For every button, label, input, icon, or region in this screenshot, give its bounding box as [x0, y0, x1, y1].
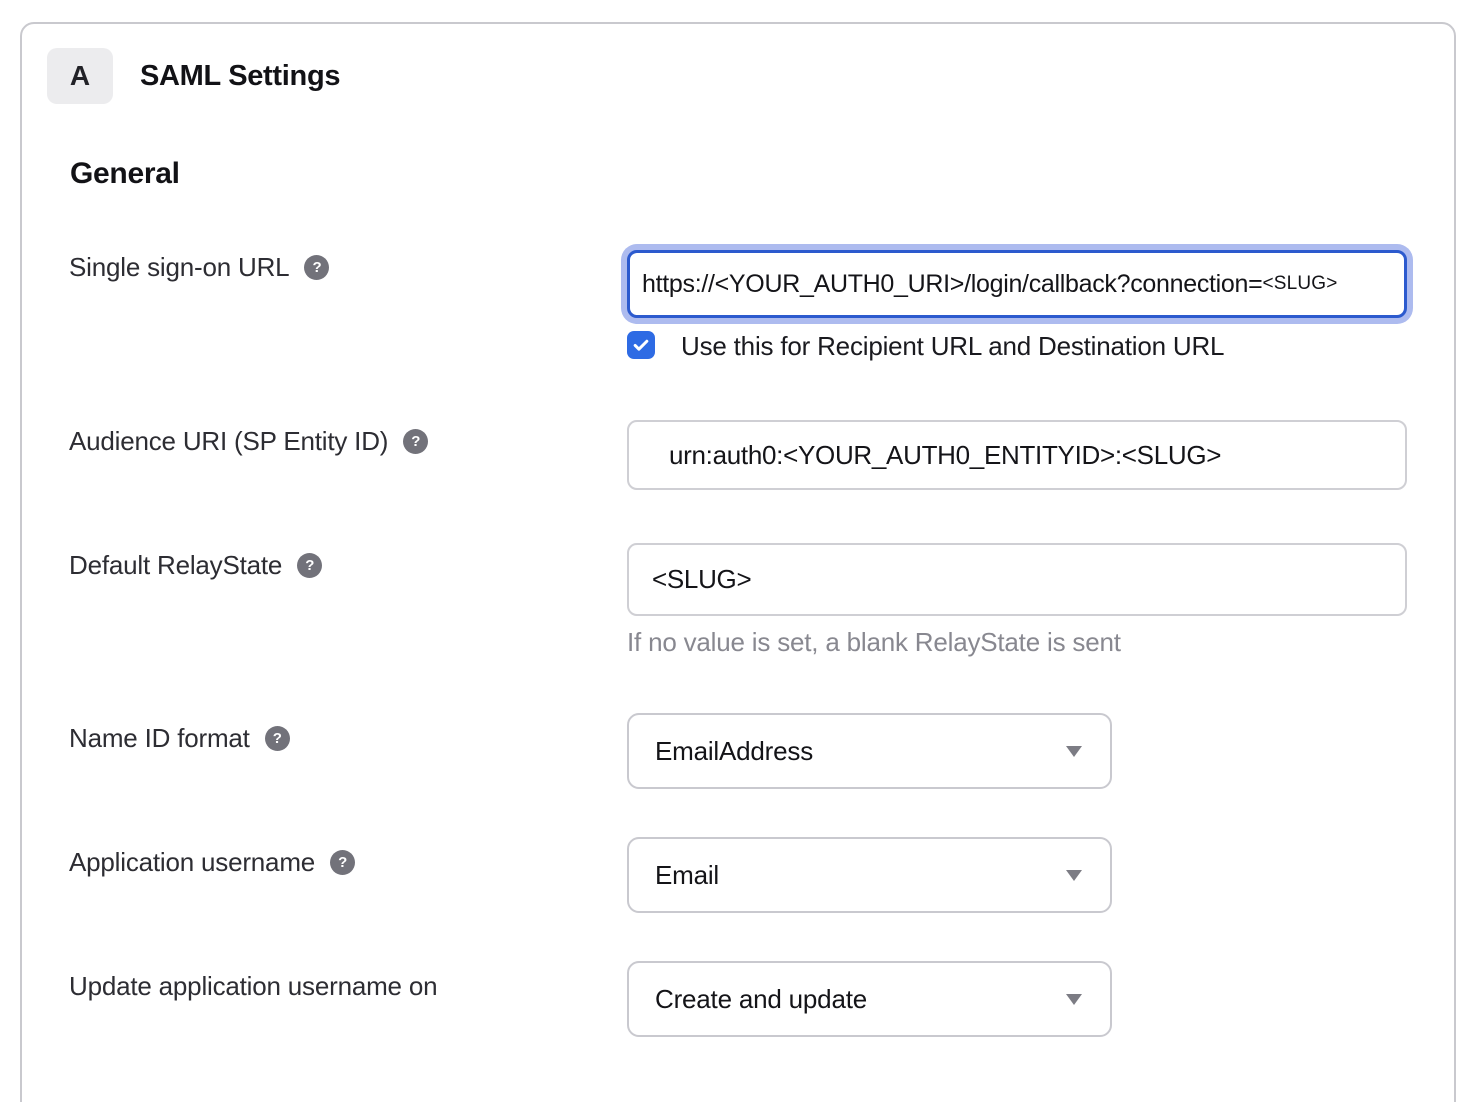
name-id-format-label: Name ID format	[69, 723, 250, 754]
relaystate-hint: If no value is set, a blank RelayState i…	[627, 627, 1121, 658]
update-username-label: Update application username on	[69, 971, 437, 1002]
saml-settings-page: A SAML Settings General Single sign-on U…	[0, 0, 1462, 1102]
relaystate-label-row: Default RelayState ?	[69, 550, 322, 581]
recipient-url-checkbox[interactable]	[627, 331, 655, 359]
relaystate-label: Default RelayState	[69, 550, 282, 581]
audience-uri-value: urn:auth0:<YOUR_AUTH0_ENTITYID>:<SLUG>	[669, 440, 1221, 471]
name-id-format-select[interactable]: EmailAddress	[627, 713, 1112, 789]
application-username-label: Application username	[69, 847, 315, 878]
application-username-select[interactable]: Email	[627, 837, 1112, 913]
application-username-value: Email	[655, 860, 719, 891]
recipient-url-checkbox-label: Use this for Recipient URL and Destinati…	[681, 331, 1224, 362]
default-relaystate-input[interactable]: <SLUG>	[627, 543, 1407, 616]
audience-uri-label-row: Audience URI (SP Entity ID) ?	[69, 426, 428, 457]
step-a-badge-label: A	[70, 60, 90, 92]
update-username-select[interactable]: Create and update	[627, 961, 1112, 1037]
relaystate-help-icon[interactable]: ?	[297, 553, 322, 578]
audience-uri-label: Audience URI (SP Entity ID)	[69, 426, 388, 457]
audience-uri-input[interactable]: urn:auth0:<YOUR_AUTH0_ENTITYID>:<SLUG>	[627, 420, 1407, 490]
sso-url-label: Single sign-on URL	[69, 252, 289, 283]
default-relaystate-value: <SLUG>	[652, 564, 751, 595]
update-username-value: Create and update	[655, 984, 867, 1015]
name-id-format-label-row: Name ID format ?	[69, 723, 290, 754]
name-id-format-value: EmailAddress	[655, 736, 813, 767]
section-heading-general: General	[70, 157, 180, 191]
caret-down-icon	[1066, 994, 1082, 1005]
audience-uri-help-icon[interactable]: ?	[403, 429, 428, 454]
sso-url-value: https://<YOUR_AUTH0_URI>/login/callback?…	[642, 270, 1262, 299]
update-username-label-row: Update application username on	[69, 971, 437, 1002]
application-username-help-icon[interactable]: ?	[330, 850, 355, 875]
sso-url-help-icon[interactable]: ?	[304, 255, 329, 280]
checkmark-icon	[631, 335, 651, 355]
panel-title: SAML Settings	[140, 60, 340, 93]
application-username-label-row: Application username ?	[69, 847, 355, 878]
sso-url-value-slug: <SLUG>	[1262, 273, 1337, 295]
sso-url-label-row: Single sign-on URL ?	[69, 252, 329, 283]
name-id-format-help-icon[interactable]: ?	[265, 726, 290, 751]
caret-down-icon	[1066, 870, 1082, 881]
caret-down-icon	[1066, 746, 1082, 757]
sso-url-input[interactable]: https://<YOUR_AUTH0_URI>/login/callback?…	[627, 250, 1407, 318]
step-a-badge: A	[47, 48, 113, 104]
